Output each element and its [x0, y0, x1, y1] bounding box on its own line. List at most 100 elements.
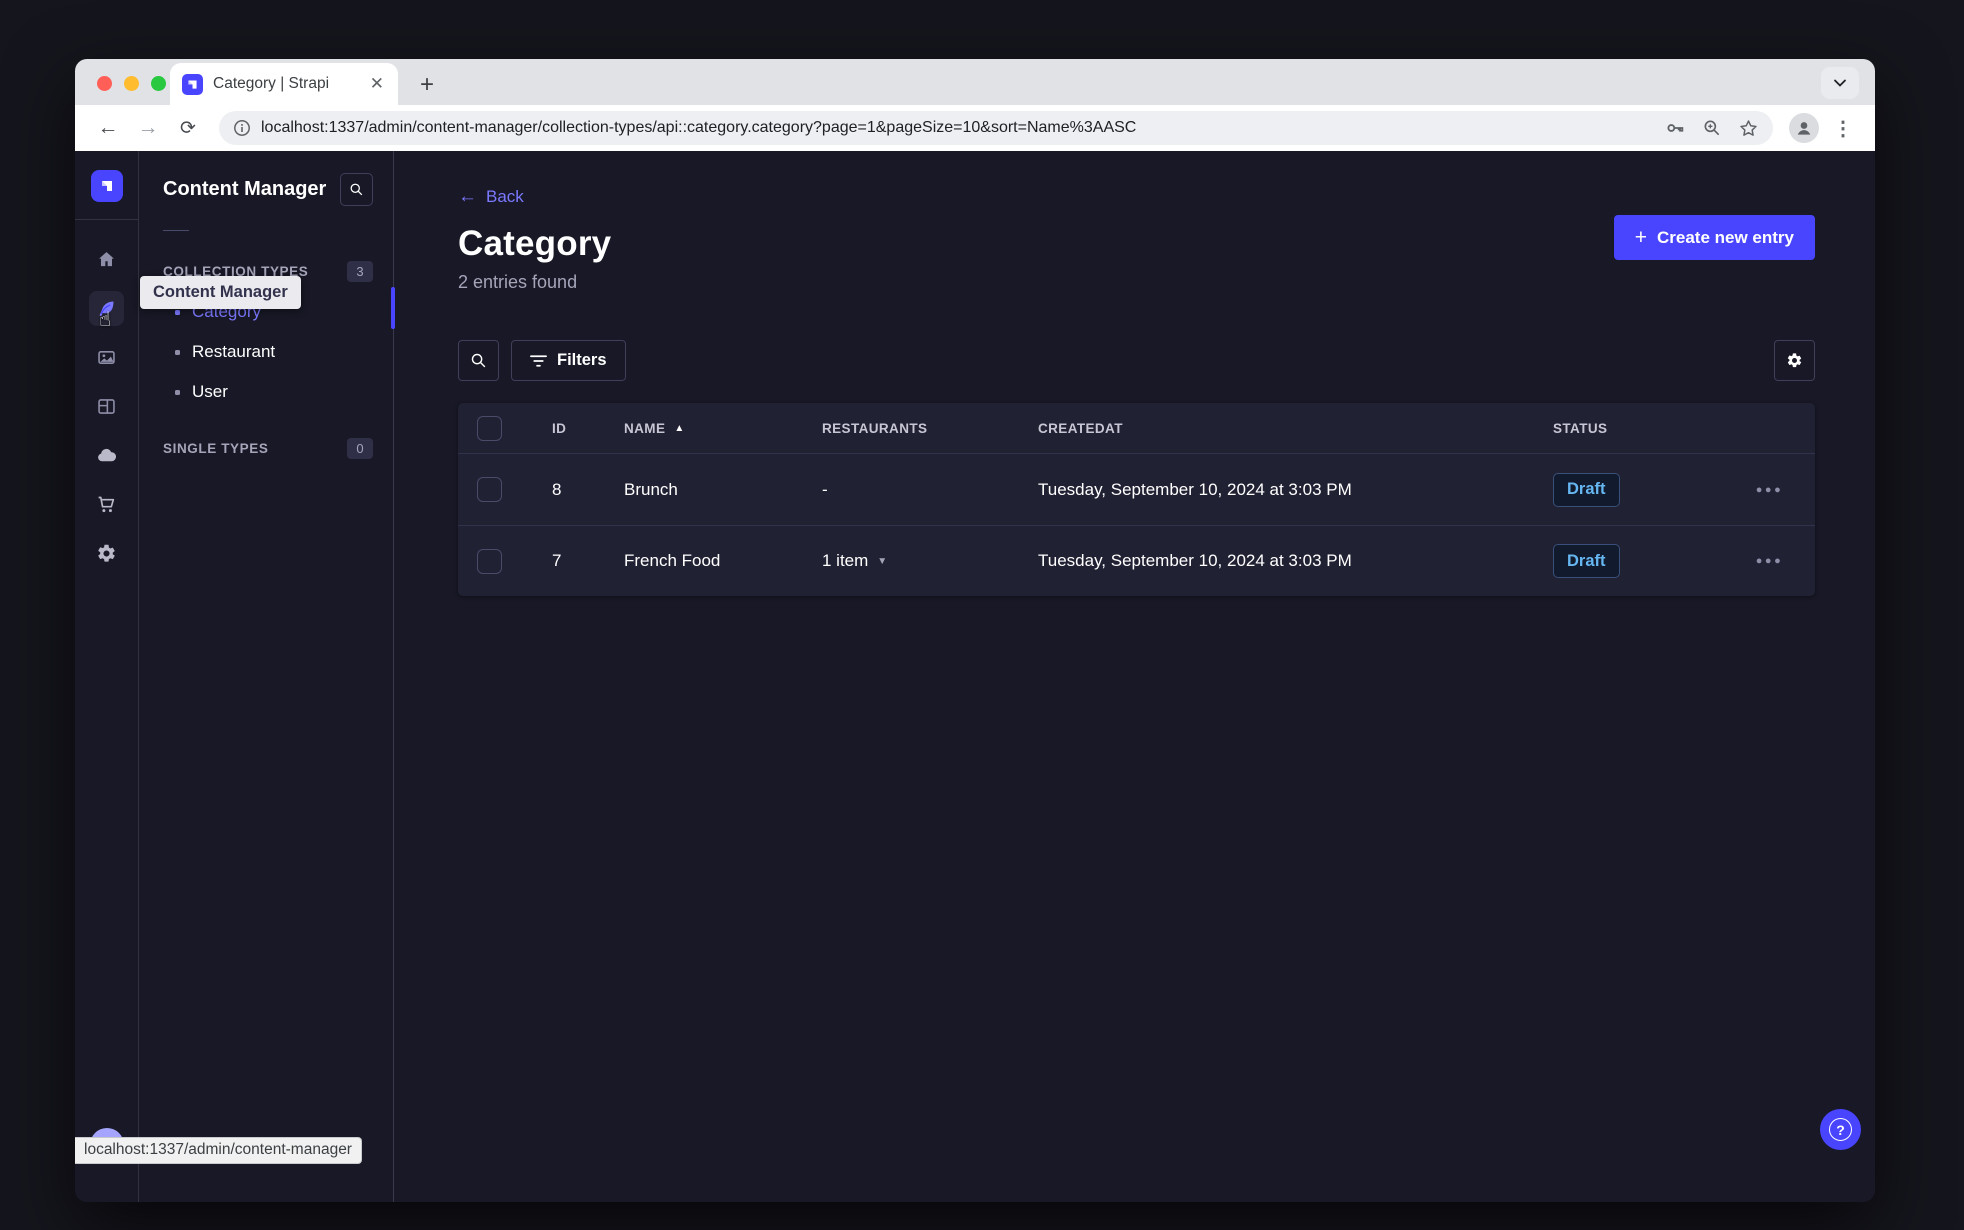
back-label: Back: [486, 187, 524, 206]
rail-item-home[interactable]: [89, 242, 124, 277]
rail-item-marketplace[interactable]: [89, 487, 124, 522]
select-all-checkbox[interactable]: [477, 415, 502, 441]
rail-divider: [75, 219, 139, 220]
tab-strip: Category | Strapi ✕ +: [75, 59, 1875, 105]
sidebar-title: Content Manager: [163, 178, 327, 200]
strapi-favicon-icon: [182, 73, 203, 95]
cell-name: Brunch: [624, 479, 678, 499]
url-text[interactable]: localhost:1337/admin/content-manager/col…: [261, 119, 1654, 137]
cell-restaurants: -: [822, 479, 828, 499]
browser-toolbar: ← → ⟳ localhost:1337/admin/content-manag…: [75, 105, 1875, 151]
header-restaurants[interactable]: RESTAURANTS: [806, 421, 1022, 436]
filter-icon: [530, 354, 547, 367]
entries-table: ID NAME ▲ RESTAURANTS CREATEDAT STATUS 8…: [458, 403, 1815, 596]
filters-label: Filters: [557, 351, 607, 369]
sidebar-item-restaurant[interactable]: Restaurant: [163, 332, 373, 372]
browser-tab[interactable]: Category | Strapi ✕: [170, 63, 398, 105]
cell-createdat: Tuesday, September 10, 2024 at 3:03 PM: [1038, 479, 1352, 499]
header-status[interactable]: STATUS: [1537, 421, 1708, 436]
address-bar[interactable]: localhost:1337/admin/content-manager/col…: [219, 111, 1773, 145]
layout-builder-icon: [98, 399, 115, 414]
media-library-icon: [98, 351, 115, 364]
table-row[interactable]: 7 French Food 1 item ▼ Tuesday, Septembe…: [458, 525, 1815, 596]
table-row[interactable]: 8 Brunch - Tuesday, September 10, 2024 a…: [458, 454, 1815, 525]
row-actions-button[interactable]: ●●●: [1756, 484, 1783, 496]
row-checkbox[interactable]: [477, 548, 502, 574]
browser-profile-avatar[interactable]: [1789, 113, 1819, 143]
row-checkbox[interactable]: [477, 477, 502, 502]
rail-item-settings[interactable]: [89, 536, 124, 571]
create-button-label: Create new entry: [1657, 227, 1794, 247]
cell-createdat: Tuesday, September 10, 2024 at 3:03 PM: [1038, 551, 1352, 570]
header-createdat[interactable]: CREATEDAT: [1022, 421, 1537, 436]
help-button[interactable]: ?: [1820, 1109, 1861, 1150]
content-manager-tooltip: Content Manager: [140, 276, 301, 309]
home-icon: [99, 252, 114, 267]
zoom-window-button[interactable]: [151, 76, 166, 91]
new-tab-button[interactable]: +: [412, 73, 442, 97]
collection-types-count-badge: 3: [347, 261, 373, 282]
sidebar-item-label: User: [192, 382, 228, 401]
row-actions-button[interactable]: ●●●: [1756, 555, 1783, 567]
forward-nav-icon[interactable]: →: [133, 116, 163, 140]
sidebar-item-user[interactable]: User: [163, 372, 373, 412]
zoom-magnifier-icon[interactable]: [1702, 118, 1722, 138]
shopping-cart-icon: [98, 496, 115, 513]
rail-item-content-manager[interactable]: ☝: [89, 291, 124, 331]
gear-icon: [1787, 353, 1802, 368]
cell-restaurants-label: 1 item: [822, 551, 869, 570]
bullet-icon: [175, 309, 180, 315]
search-icon: [350, 183, 363, 196]
filters-button[interactable]: Filters: [511, 340, 626, 381]
header-name[interactable]: NAME ▲: [608, 421, 806, 436]
rail-item-media-library[interactable]: [89, 340, 124, 375]
cloud-icon: [98, 448, 117, 462]
cell-name: French Food: [624, 551, 721, 570]
reload-icon[interactable]: ⟳: [173, 117, 203, 140]
gear-icon: [98, 544, 115, 562]
sidebar-divider: [163, 230, 189, 231]
main-content: ← Back Category 2 entries found + Create…: [394, 151, 1875, 1202]
content-manager-sidebar: Content Manager COLLECTION TYPES 3 Categ…: [139, 151, 395, 1202]
chevron-down-icon: ▼: [877, 555, 888, 567]
header-name-label: NAME: [624, 420, 666, 436]
header-id[interactable]: ID: [536, 421, 608, 436]
back-link[interactable]: ← Back: [458, 186, 1815, 208]
tab-search-button[interactable]: [1821, 67, 1859, 99]
entries-count: 2 entries found: [458, 272, 578, 292]
minimize-window-button[interactable]: [124, 76, 139, 91]
plus-icon: +: [1634, 226, 1647, 249]
password-key-icon[interactable]: [1664, 117, 1686, 139]
traffic-lights: [97, 76, 166, 91]
nav-rail: ☝ KD: [75, 151, 139, 1202]
page-info-icon[interactable]: [233, 119, 251, 137]
strapi-app: ☝ KD: [75, 151, 1875, 1202]
strapi-logo[interactable]: [90, 170, 123, 202]
tab-close-icon[interactable]: ✕: [368, 74, 386, 94]
tab-title: Category | Strapi: [213, 75, 330, 92]
create-new-entry-button[interactable]: + Create new entry: [1613, 215, 1815, 260]
table-search-button[interactable]: [458, 340, 499, 381]
sidebar-search-button[interactable]: [340, 173, 373, 206]
bookmark-star-icon[interactable]: [1738, 118, 1759, 139]
page-title: Category: [458, 224, 612, 263]
browser-menu-icon[interactable]: ⋮: [1829, 116, 1857, 141]
table-header-row: ID NAME ▲ RESTAURANTS CREATEDAT STATUS: [458, 403, 1815, 454]
question-mark-icon: ?: [1829, 1118, 1852, 1141]
single-types-count-badge: 0: [347, 438, 373, 459]
filter-toolbar: Filters: [458, 340, 1815, 381]
status-badge: Draft: [1553, 472, 1620, 507]
table-settings-button[interactable]: [1774, 340, 1815, 381]
mouse-cursor: ☝: [99, 307, 112, 331]
search-icon: [471, 353, 486, 368]
rail-item-content-type-builder[interactable]: [89, 389, 124, 424]
close-window-button[interactable]: [97, 76, 112, 91]
rail-item-cloud[interactable]: [89, 438, 124, 473]
back-nav-icon[interactable]: ←: [93, 116, 123, 140]
cell-id: 8: [552, 479, 562, 499]
bullet-icon: [175, 349, 180, 355]
single-types-label: SINGLE TYPES: [163, 441, 269, 456]
back-arrow-icon: ←: [458, 186, 477, 207]
cell-restaurants-dropdown[interactable]: 1 item ▼: [806, 551, 1022, 571]
cell-id: 7: [552, 551, 562, 570]
